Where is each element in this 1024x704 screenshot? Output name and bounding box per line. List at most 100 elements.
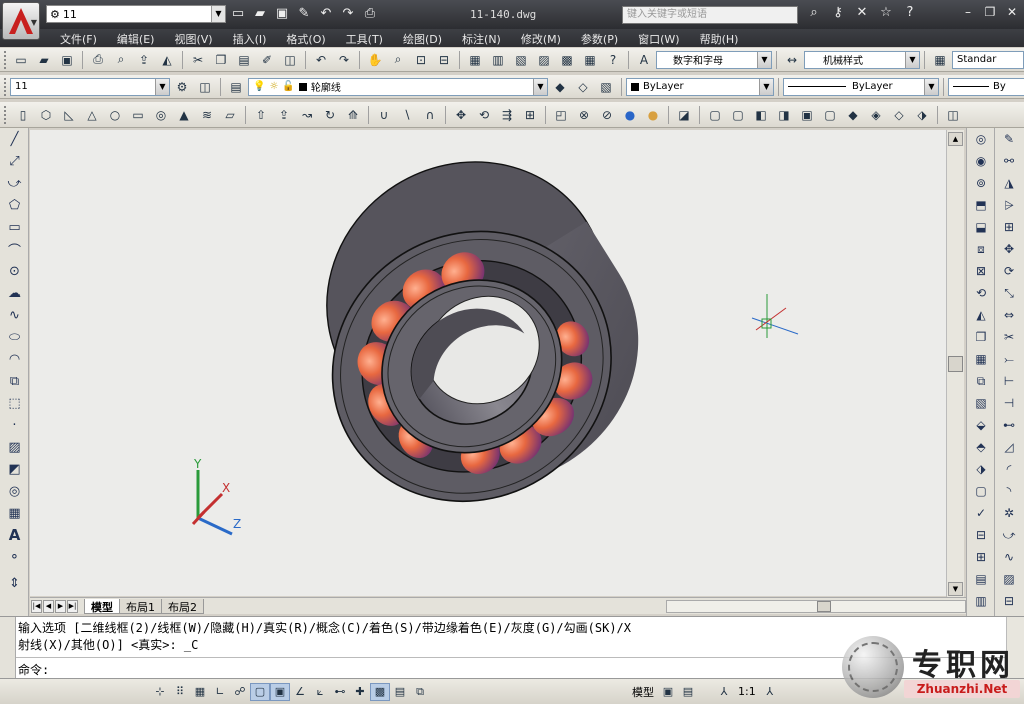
sphere-icon[interactable]: ○ bbox=[104, 105, 126, 125]
vertical-scrollbar[interactable]: ▲ ▼ bbox=[946, 130, 964, 598]
color-edges-icon[interactable]: ▧ bbox=[967, 392, 995, 414]
loft-icon[interactable]: ⟰ bbox=[342, 105, 364, 125]
print-preview-icon[interactable]: ⌕ bbox=[110, 50, 132, 70]
cylinder-icon[interactable]: ▭ bbox=[127, 105, 149, 125]
ducs-icon[interactable]: ⟀ bbox=[310, 683, 330, 701]
properties-icon[interactable]: ▦ bbox=[464, 50, 486, 70]
ortho-icon[interactable]: ∟ bbox=[210, 683, 230, 701]
tab-layout2[interactable]: 布局2 bbox=[161, 598, 204, 614]
view-front-icon[interactable]: ▣ bbox=[796, 105, 818, 125]
view-right-icon[interactable]: ◨ bbox=[773, 105, 795, 125]
camera-icon[interactable]: ◫ bbox=[942, 105, 964, 125]
offset-icon[interactable]: ⩥ bbox=[995, 194, 1023, 216]
text-style-icon[interactable]: A bbox=[633, 50, 655, 70]
slice-icon[interactable]: ⊟ bbox=[967, 524, 995, 546]
wedge-icon[interactable]: ◺ bbox=[58, 105, 80, 125]
toolbar-grip[interactable] bbox=[4, 105, 8, 124]
visual-style-manager-icon[interactable]: ◪ bbox=[673, 105, 695, 125]
subtract-icon[interactable]: ◉ bbox=[967, 150, 995, 172]
polygon-icon[interactable]: ⬠ bbox=[0, 194, 29, 216]
copy-faces-icon[interactable]: ❐ bbox=[967, 326, 995, 348]
erase-icon[interactable]: ✎ bbox=[995, 128, 1023, 150]
workspace-select[interactable]: ⚙ 11 ▼ bbox=[46, 5, 226, 23]
save-icon[interactable]: ▣ bbox=[272, 5, 292, 23]
rectangle-icon[interactable]: ▭ bbox=[0, 216, 29, 238]
extend-icon[interactable]: ⤚ bbox=[995, 348, 1023, 370]
shell-icon[interactable]: ▢ bbox=[967, 480, 995, 502]
edit-hatch-icon[interactable]: ▨ bbox=[995, 568, 1023, 590]
lineweight-select[interactable]: By bbox=[948, 77, 1024, 96]
union-icon[interactable]: ∪ bbox=[373, 105, 395, 125]
menu-tools[interactable]: 工具(T) bbox=[336, 29, 393, 47]
model-space-view[interactable]: Y X Z bbox=[30, 130, 946, 596]
osnap-icon[interactable]: ▢ bbox=[250, 682, 270, 701]
redo-icon[interactable]: ↷ bbox=[333, 50, 355, 70]
break-at-point-icon[interactable]: ⊢ bbox=[995, 370, 1023, 392]
help-icon[interactable]: ? bbox=[602, 50, 624, 70]
polysolid-icon[interactable]: ▯ bbox=[12, 105, 34, 125]
ellipse-arc-icon[interactable]: ◠ bbox=[0, 348, 29, 370]
color-faces-icon[interactable]: ▦ bbox=[967, 348, 995, 370]
planar-surface-icon[interactable]: ▱ bbox=[219, 105, 241, 125]
copy-object-icon[interactable]: ⚯ bbox=[995, 150, 1023, 172]
menu-insert[interactable]: 插入(I) bbox=[223, 29, 277, 47]
imprint-icon[interactable]: ⬙ bbox=[967, 414, 995, 436]
view-nw-iso-icon[interactable]: ⬗ bbox=[911, 105, 933, 125]
wireframe-icon[interactable]: ⊗ bbox=[573, 105, 595, 125]
presspull-icon[interactable]: ⇪ bbox=[273, 105, 295, 125]
array-icon[interactable]: ⊞ bbox=[995, 216, 1023, 238]
command-prompt[interactable]: 命令: bbox=[18, 661, 49, 678]
scroll-up-icon[interactable]: ▲ bbox=[948, 132, 963, 146]
print-icon[interactable]: ⎙ bbox=[360, 5, 380, 23]
layer-previous-icon[interactable]: ◇ bbox=[572, 77, 594, 97]
horizontal-scrollbar[interactable] bbox=[666, 600, 966, 613]
minimize-icon[interactable]: – bbox=[960, 5, 976, 19]
make-block-icon[interactable]: ⬚ bbox=[0, 392, 29, 414]
annotation-scale-icon[interactable]: ⅄ bbox=[714, 683, 734, 701]
realistic-icon[interactable]: ● bbox=[619, 105, 641, 125]
menu-format[interactable]: 格式(O) bbox=[276, 29, 335, 47]
menu-parametric[interactable]: 参数(P) bbox=[571, 29, 628, 47]
dyn-icon[interactable]: ⊷ bbox=[330, 683, 350, 701]
ellipse-icon[interactable]: ⬭ bbox=[0, 326, 29, 348]
exchange-icon[interactable]: ✕ bbox=[852, 5, 872, 20]
first-tab-icon[interactable]: |◀ bbox=[31, 599, 42, 613]
toolbar-grip[interactable] bbox=[4, 50, 6, 69]
view-manager-icon[interactable]: ⚙ bbox=[171, 77, 193, 97]
layer-select[interactable]: 💡 ☼ 🔓 轮廓线 ▼ bbox=[248, 77, 548, 96]
transparency-icon[interactable]: ▩ bbox=[370, 682, 390, 701]
zoom-previous-icon[interactable]: ⊟ bbox=[433, 50, 455, 70]
selection-cycling-icon[interactable]: ⧉ bbox=[410, 683, 430, 701]
polyline-icon[interactable]: ⤻ bbox=[0, 172, 29, 194]
multiline-text-icon[interactable]: A bbox=[0, 524, 29, 546]
3d-osnap-icon[interactable]: ▣ bbox=[270, 682, 290, 701]
spline-icon[interactable]: ∿ bbox=[0, 304, 29, 326]
interfere-icon[interactable]: ⊞ bbox=[967, 546, 995, 568]
layer-properties-icon[interactable]: ▤ bbox=[225, 77, 247, 97]
help-icon[interactable]: ? bbox=[900, 5, 920, 20]
open-icon[interactable]: ▰ bbox=[33, 50, 55, 70]
new-icon[interactable]: ▭ bbox=[10, 50, 32, 70]
trim-icon[interactable]: ✂ bbox=[995, 326, 1023, 348]
print-icon[interactable]: ⎙ bbox=[87, 50, 109, 70]
3d-print-icon[interactable]: ◭ bbox=[156, 50, 178, 70]
offset-faces-icon[interactable]: ⧈ bbox=[967, 238, 995, 260]
revolve-icon[interactable]: ↻ bbox=[319, 105, 341, 125]
quick-properties-icon[interactable]: ▤ bbox=[390, 683, 410, 701]
region-icon[interactable]: ◎ bbox=[0, 480, 29, 502]
menu-edit[interactable]: 编辑(E) bbox=[107, 29, 165, 47]
infer-constraints-icon[interactable]: ⊹ bbox=[150, 683, 170, 701]
table-style-icon[interactable]: ▦ bbox=[929, 50, 951, 70]
copy-icon[interactable]: ❐ bbox=[210, 50, 232, 70]
menu-view[interactable]: 视图(V) bbox=[164, 29, 222, 47]
undo-icon[interactable]: ↶ bbox=[316, 5, 336, 23]
fillet-icon[interactable]: ◜ bbox=[995, 458, 1023, 480]
scroll-thumb[interactable] bbox=[948, 356, 963, 372]
hidden-icon[interactable]: ⊘ bbox=[596, 105, 618, 125]
check-icon[interactable]: ✓ bbox=[967, 502, 995, 524]
undo-icon[interactable]: ↶ bbox=[310, 50, 332, 70]
table-style-select[interactable]: Standar bbox=[952, 50, 1024, 69]
view-select[interactable]: 11 ▼ bbox=[10, 77, 170, 96]
publish-icon[interactable]: ⇪ bbox=[133, 50, 155, 70]
snap-icon[interactable]: ⠿ bbox=[170, 683, 190, 701]
